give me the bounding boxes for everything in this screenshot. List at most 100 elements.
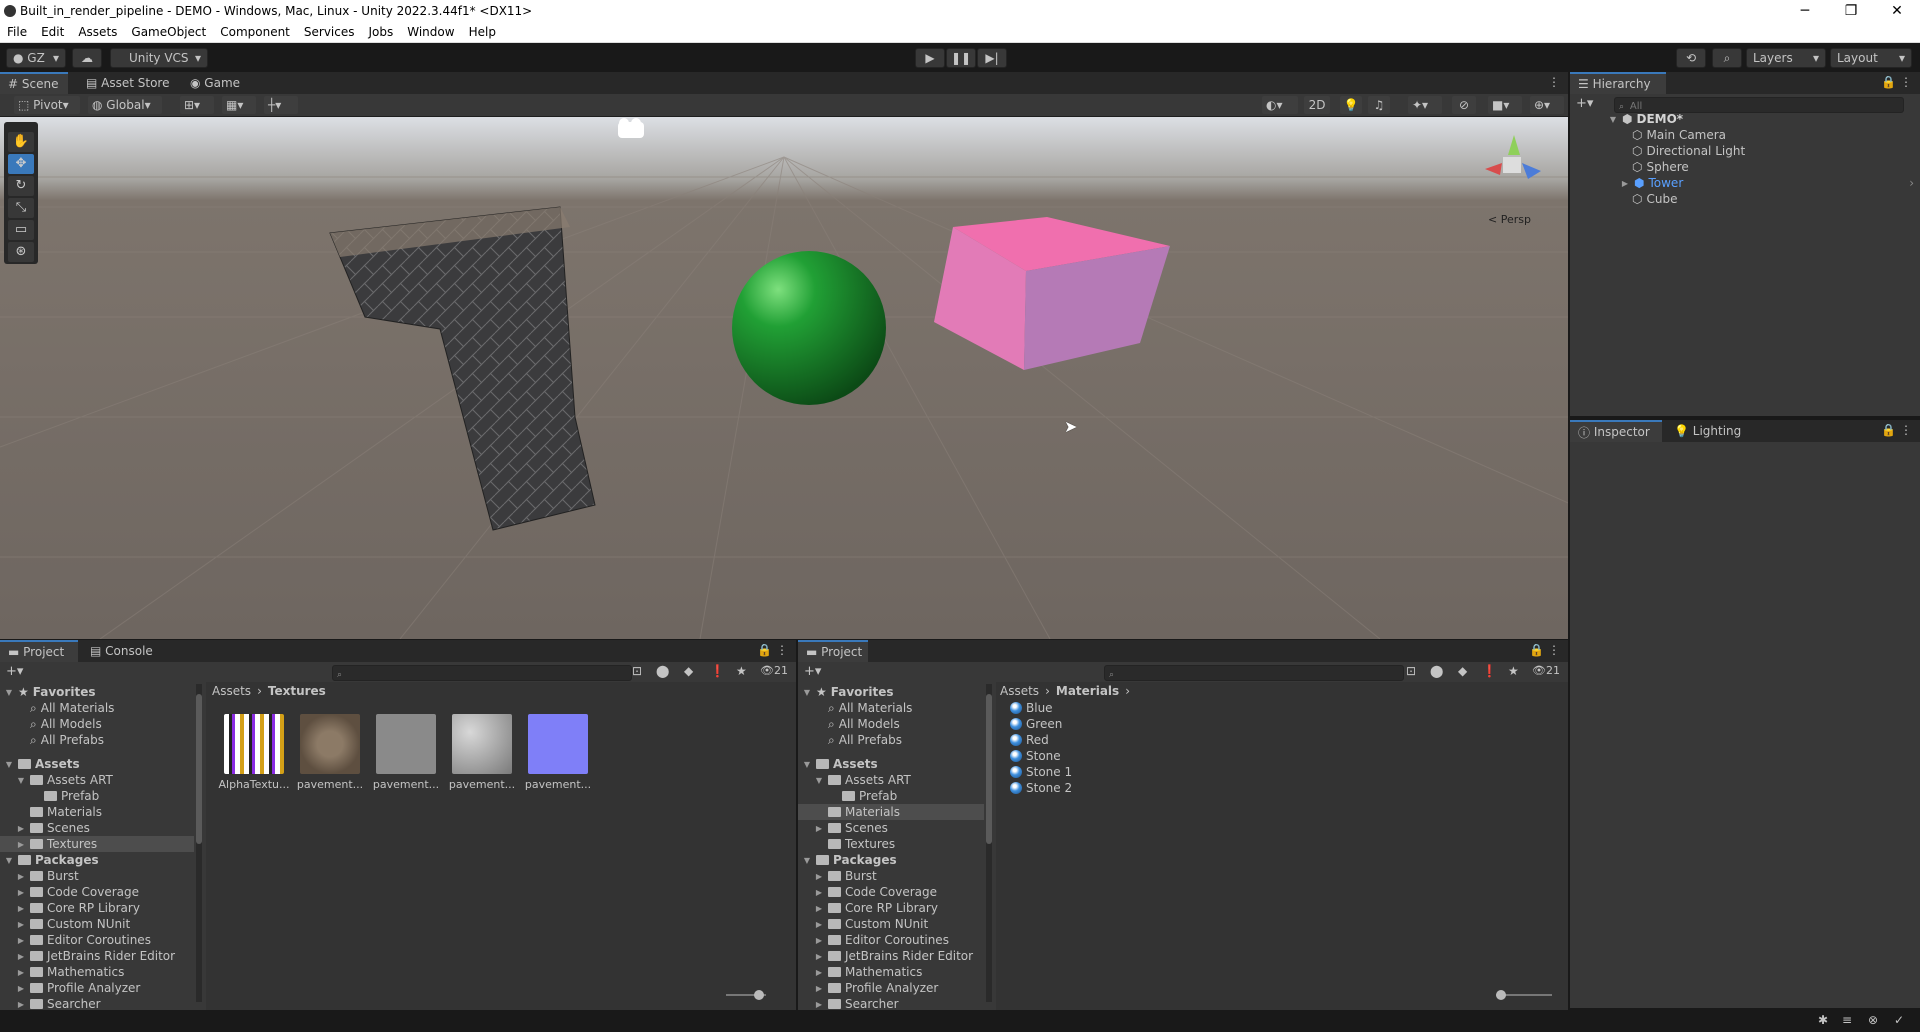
package-item[interactable]: ▶ Searcher [16,996,101,1010]
favorites-header[interactable]: ▼ ★ Favorites [802,684,894,700]
thumbnail-size-slider[interactable] [726,990,766,1000]
global-dropdown[interactable]: ◍ Global ▾ [88,96,162,114]
shading-mode-button[interactable]: ◐▾ [1262,96,1298,114]
lock-icon[interactable]: 🔒 [757,643,772,657]
breadcrumb-textures[interactable]: Textures [268,684,326,698]
favorite-all-materials[interactable]: ⌕ All Materials [30,700,114,716]
check-icon[interactable]: ✓ [1894,1013,1904,1027]
add-button[interactable]: +▾ [6,664,23,679]
package-item[interactable]: ▶ Burst [16,868,79,884]
expand-arrow-icon[interactable]: ▶ [814,888,824,897]
folder-prefab[interactable]: Prefab [44,788,99,804]
expand-arrow-icon[interactable]: ▶ [16,872,26,881]
tab-project[interactable]: ▬ Project [798,640,868,662]
menu-gameobject[interactable]: GameObject [124,25,213,39]
hidden-objects-button[interactable]: ⊘ [1452,96,1476,114]
favorite-all-models[interactable]: ⌕ All Models [828,716,900,732]
package-item[interactable]: ▶ Burst [814,868,877,884]
history-button[interactable]: ⟲ [1676,48,1706,68]
scene-viewport[interactable]: < Persp ➤ [0,117,1568,639]
breadcrumb-materials[interactable]: Materials [1056,684,1119,698]
rect-tool-icon[interactable]: ▭ [8,220,34,240]
folder-textures[interactable]: ▶ Textures [16,836,97,852]
move-tool-icon[interactable]: ✥ [8,154,34,174]
pause-button[interactable]: ❚❚ [946,48,976,68]
expand-arrow-icon[interactable]: ▶ [814,936,824,945]
expand-arrow-icon[interactable]: ▼ [4,688,14,697]
expand-arrow-icon[interactable]: ▼ [4,760,14,769]
folder-tree-scrollbar[interactable] [986,684,992,1002]
folder-materials[interactable]: Materials [828,804,900,820]
menu-services[interactable]: Services [297,25,362,39]
filter-label-icon[interactable]: ⬤ [656,664,669,678]
texture-thumbnail[interactable] [376,714,436,774]
material-item[interactable]: Blue [1010,700,1053,716]
tab-hierarchy[interactable]: ☰ Hierarchy [1570,72,1666,94]
hierarchy-item-sphere[interactable]: ⬡ Sphere [1632,160,1689,174]
camera-gizmo-icon[interactable] [618,118,644,138]
expand-arrow-icon[interactable]: ▶ [16,920,26,929]
favorite-all-models[interactable]: ⌕ All Models [30,716,102,732]
expand-arrow-icon[interactable]: ▼ [4,856,14,865]
add-button[interactable]: +▾ [804,664,821,679]
packages-header[interactable]: ▼ Packages [4,852,99,868]
menu-edit[interactable]: Edit [34,25,71,39]
more-options-icon[interactable]: ⋮ [776,643,788,657]
material-item[interactable]: Green [1010,716,1062,732]
camera-settings-button[interactable]: ■▾ [1488,96,1522,114]
slider-handle[interactable] [754,990,764,1000]
more-options-icon[interactable]: ⋮ [1900,423,1912,437]
filter-label-icon[interactable]: ⬤ [1430,664,1443,678]
expand-arrow-icon[interactable]: ▼ [16,776,26,785]
folder-assets-art[interactable]: ▼ Assets ART [814,772,911,788]
packages-header[interactable]: ▼ Packages [802,852,897,868]
tab-lighting[interactable]: 💡 Lighting [1666,420,1749,442]
expand-arrow-icon[interactable]: ▶ [814,968,824,977]
project-search-input[interactable]: ⌕ [1104,665,1404,681]
star-icon[interactable]: ★ [736,664,747,678]
filter-type-icon[interactable]: ⊡ [1406,664,1416,678]
expand-arrow-icon[interactable]: ▶ [814,984,824,993]
expand-arrow-icon[interactable]: ▶ [814,920,824,929]
stack-icon[interactable]: ≡ [1842,1013,1852,1027]
texture-thumbnail[interactable] [528,714,588,774]
texture-thumbnail[interactable] [452,714,512,774]
hierarchy-item-cube[interactable]: ⬡ Cube [1632,192,1677,206]
menu-assets[interactable]: Assets [71,25,124,39]
package-item[interactable]: ▶ JetBrains Rider Editor [16,948,175,964]
scrollbar-thumb[interactable] [986,694,992,844]
grid-button[interactable]: ▦▾ [222,96,256,114]
expand-arrow-icon[interactable]: ▶ [814,824,824,833]
expand-arrow-icon[interactable]: ▶ [16,984,26,993]
bug-icon[interactable]: ✱ [1818,1013,1828,1027]
package-item[interactable]: ▶ JetBrains Rider Editor [814,948,973,964]
layout-dropdown[interactable]: Layout ▾ [1830,48,1912,68]
package-item[interactable]: ▶ Searcher [814,996,899,1010]
package-item[interactable]: ▶ Editor Coroutines [814,932,949,948]
more-options-icon[interactable]: ⋮ [1548,643,1560,657]
breadcrumb-assets[interactable]: Assets [212,684,251,698]
step-button[interactable]: ▶| [977,48,1007,68]
play-button[interactable]: ▶ [915,48,945,68]
folder-materials[interactable]: Materials [30,804,102,820]
package-item[interactable]: ▶ Custom NUnit [814,916,928,932]
expand-arrow-icon[interactable]: ▶ [16,952,26,961]
folder-assets-art[interactable]: ▼ Assets ART [16,772,113,788]
assets-header[interactable]: ▼ Assets [4,756,80,772]
favorite-all-prefabs[interactable]: ⌕ All Prefabs [828,732,902,748]
package-item[interactable]: ▶ Mathematics [814,964,922,980]
expand-arrow-icon[interactable]: ▶ [16,840,26,849]
hierarchy-item-directional-light[interactable]: ⬡ Directional Light [1632,144,1745,158]
snap-increment-button[interactable]: ┼▾ [264,96,298,114]
expand-arrow-icon[interactable]: ▼ [802,688,812,697]
expand-arrow-icon[interactable]: ▼ [814,776,824,785]
gizmos-button[interactable]: ⊕▾ [1530,96,1564,114]
expand-arrow-icon[interactable]: ▼ [802,760,812,769]
vcs-dropdown[interactable]: Unity VCS ▾ [110,48,208,68]
expand-arrow-icon[interactable]: ▶ [814,904,824,913]
texture-thumbnail[interactable] [300,714,360,774]
scrollbar-thumb[interactable] [196,694,202,844]
menu-jobs[interactable]: Jobs [362,25,401,39]
2d-toggle[interactable]: 2D [1304,96,1330,114]
persp-label[interactable]: < Persp [1488,213,1531,226]
